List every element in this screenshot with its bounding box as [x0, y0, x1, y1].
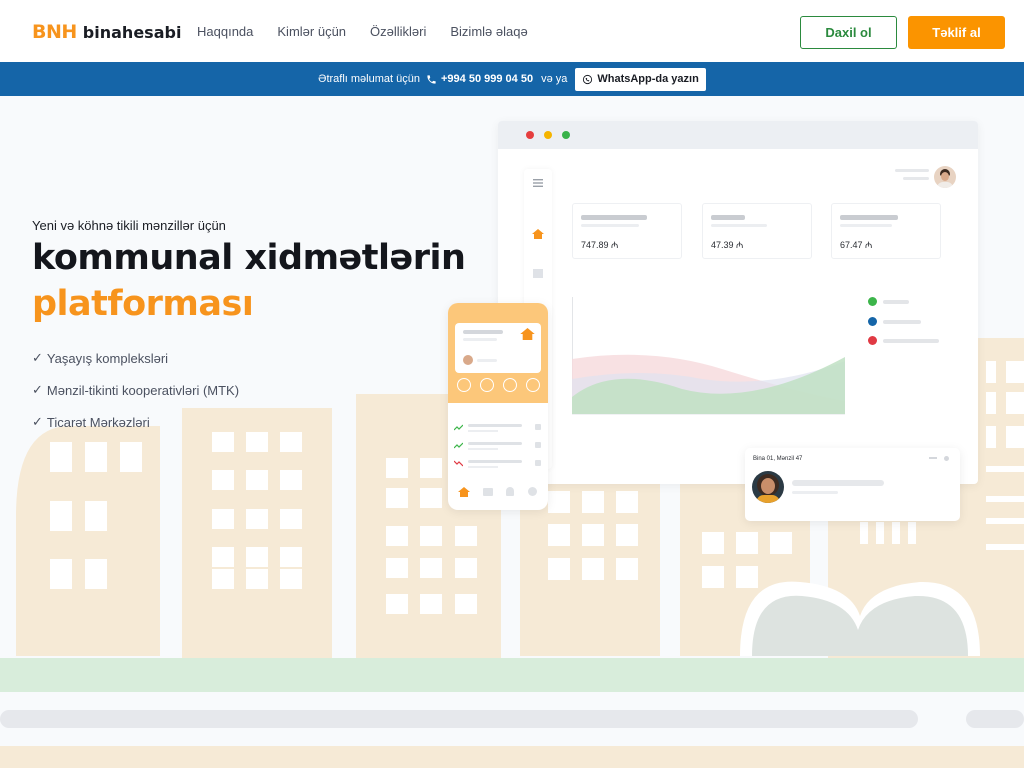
- mobile-tabbar: [448, 483, 548, 503]
- phone-link[interactable]: +994 50 999 04 50: [426, 73, 533, 85]
- hero-subtitle: Yeni və köhnə tikili mənzillər üçün: [32, 218, 226, 233]
- stat-card: 67.47 ₼: [831, 203, 941, 259]
- stat-value: 67.47 ₼: [840, 240, 873, 250]
- mobile-app-mockup: [448, 303, 548, 510]
- stat-value: 47.39 ₼: [711, 240, 744, 250]
- apartment-label: Bina 01, Mənzil 47: [753, 456, 803, 462]
- home-icon[interactable]: [458, 487, 470, 497]
- legend-item: [868, 317, 921, 326]
- feature-item: ✓ Mənzil-tikinti kooperativləri (MTK): [32, 374, 239, 406]
- building-icon: [533, 269, 543, 278]
- info-or: və ya: [541, 73, 568, 85]
- login-button[interactable]: Daxil ol: [800, 16, 897, 49]
- resident-avatar: [752, 471, 784, 503]
- expand-icon[interactable]: [944, 456, 949, 461]
- contact-info-bar: Ətraflı məlumat üçün +994 50 999 04 50 v…: [0, 62, 1024, 96]
- check-icon: ✓: [32, 382, 43, 397]
- area-chart: [572, 297, 845, 415]
- trash-icon[interactable]: [480, 378, 494, 392]
- home-icon: [520, 328, 535, 340]
- user-name-placeholder: [895, 169, 929, 172]
- window-titlebar: [498, 121, 978, 149]
- feature-item: ✓ Yaşayış kompleksləri: [32, 342, 239, 374]
- info-prefix: Ətraflı məlumat üçün: [318, 73, 420, 85]
- maximize-dot-icon: [562, 131, 570, 139]
- menu-icon: [533, 179, 543, 187]
- feature-list: ✓ Yaşayış kompleksləri ✓ Mənzil-tikinti ko…: [32, 342, 239, 438]
- heart-icon[interactable]: [503, 378, 517, 392]
- feature-label: Ticarət Mərkəzləri: [46, 414, 150, 430]
- trend-up-icon: [454, 442, 463, 449]
- feature-item: ✓ Ticarət Mərkəzləri: [32, 406, 239, 438]
- legend-item: [868, 336, 939, 345]
- legend-item: [868, 297, 909, 306]
- site-header: BNH binahesabi Haqqında Kimlər üçün Özəl…: [0, 0, 1024, 62]
- user-icon[interactable]: [528, 487, 537, 496]
- legend-dot-green: [868, 297, 877, 306]
- dashboard-mockup: 747.89 ₼ 47.39 ₼ 67.47 ₼: [498, 121, 978, 484]
- stat-card: 47.39 ₼: [702, 203, 812, 259]
- resident-name-placeholder: [792, 480, 884, 486]
- image-icon[interactable]: [483, 488, 493, 496]
- home-icon: [532, 229, 544, 239]
- feature-label: Yaşayış kompleksləri: [46, 350, 169, 366]
- nav-item-features[interactable]: Özəllikləri: [370, 24, 426, 39]
- more-icon[interactable]: [929, 457, 937, 459]
- minimize-dot-icon: [544, 131, 552, 139]
- check-icon: ✓: [32, 414, 43, 429]
- whatsapp-label: WhatsApp-da yazın: [597, 73, 699, 85]
- check-icon: ✓: [32, 350, 43, 365]
- stat-value: 747.89 ₼: [581, 240, 619, 250]
- logo[interactable]: BNH binahesabi: [32, 21, 181, 43]
- refresh-icon[interactable]: [526, 378, 540, 392]
- resident-info-placeholder: [792, 491, 838, 494]
- legend-dot-red: [868, 336, 877, 345]
- bell-icon[interactable]: [506, 487, 514, 496]
- hero-title: kommunal xidmətlərin: [32, 238, 466, 278]
- nav-item-about[interactable]: Haqqında: [197, 24, 253, 39]
- feature-label: Mənzil-tikinti kooperativləri (MTK): [46, 382, 240, 398]
- legend-dot-blue: [868, 317, 877, 326]
- car-icon[interactable]: [457, 378, 471, 392]
- phone-icon: [427, 74, 436, 84]
- logo-text: binahesabi: [82, 23, 182, 42]
- user-role-placeholder: [903, 177, 929, 180]
- stat-card: 747.89 ₼: [572, 203, 682, 259]
- get-offer-button[interactable]: Təklif al: [908, 16, 1005, 49]
- mobile-card: [455, 323, 541, 373]
- close-dot-icon: [526, 131, 534, 139]
- whatsapp-icon: [583, 74, 593, 84]
- trend-down-icon: [454, 460, 463, 467]
- main-nav: Haqqında Kimlər üçün Özəllikləri Bizimlə…: [197, 24, 528, 39]
- nav-item-contact[interactable]: Bizimlə əlaqə: [450, 24, 527, 39]
- mobile-actions: [454, 378, 544, 392]
- nav-item-audience[interactable]: Kimlər üçün: [277, 24, 346, 39]
- logo-mark: BNH: [32, 21, 77, 43]
- avatar: [463, 355, 473, 365]
- phone-number: +994 50 999 04 50: [441, 73, 534, 85]
- user-avatar[interactable]: [934, 166, 956, 188]
- hero-title-highlight: platforması: [32, 284, 254, 324]
- apartment-profile-card: Bina 01, Mənzil 47: [745, 448, 960, 521]
- trend-up-icon: [454, 424, 463, 431]
- whatsapp-button[interactable]: WhatsApp-da yazın: [575, 67, 706, 91]
